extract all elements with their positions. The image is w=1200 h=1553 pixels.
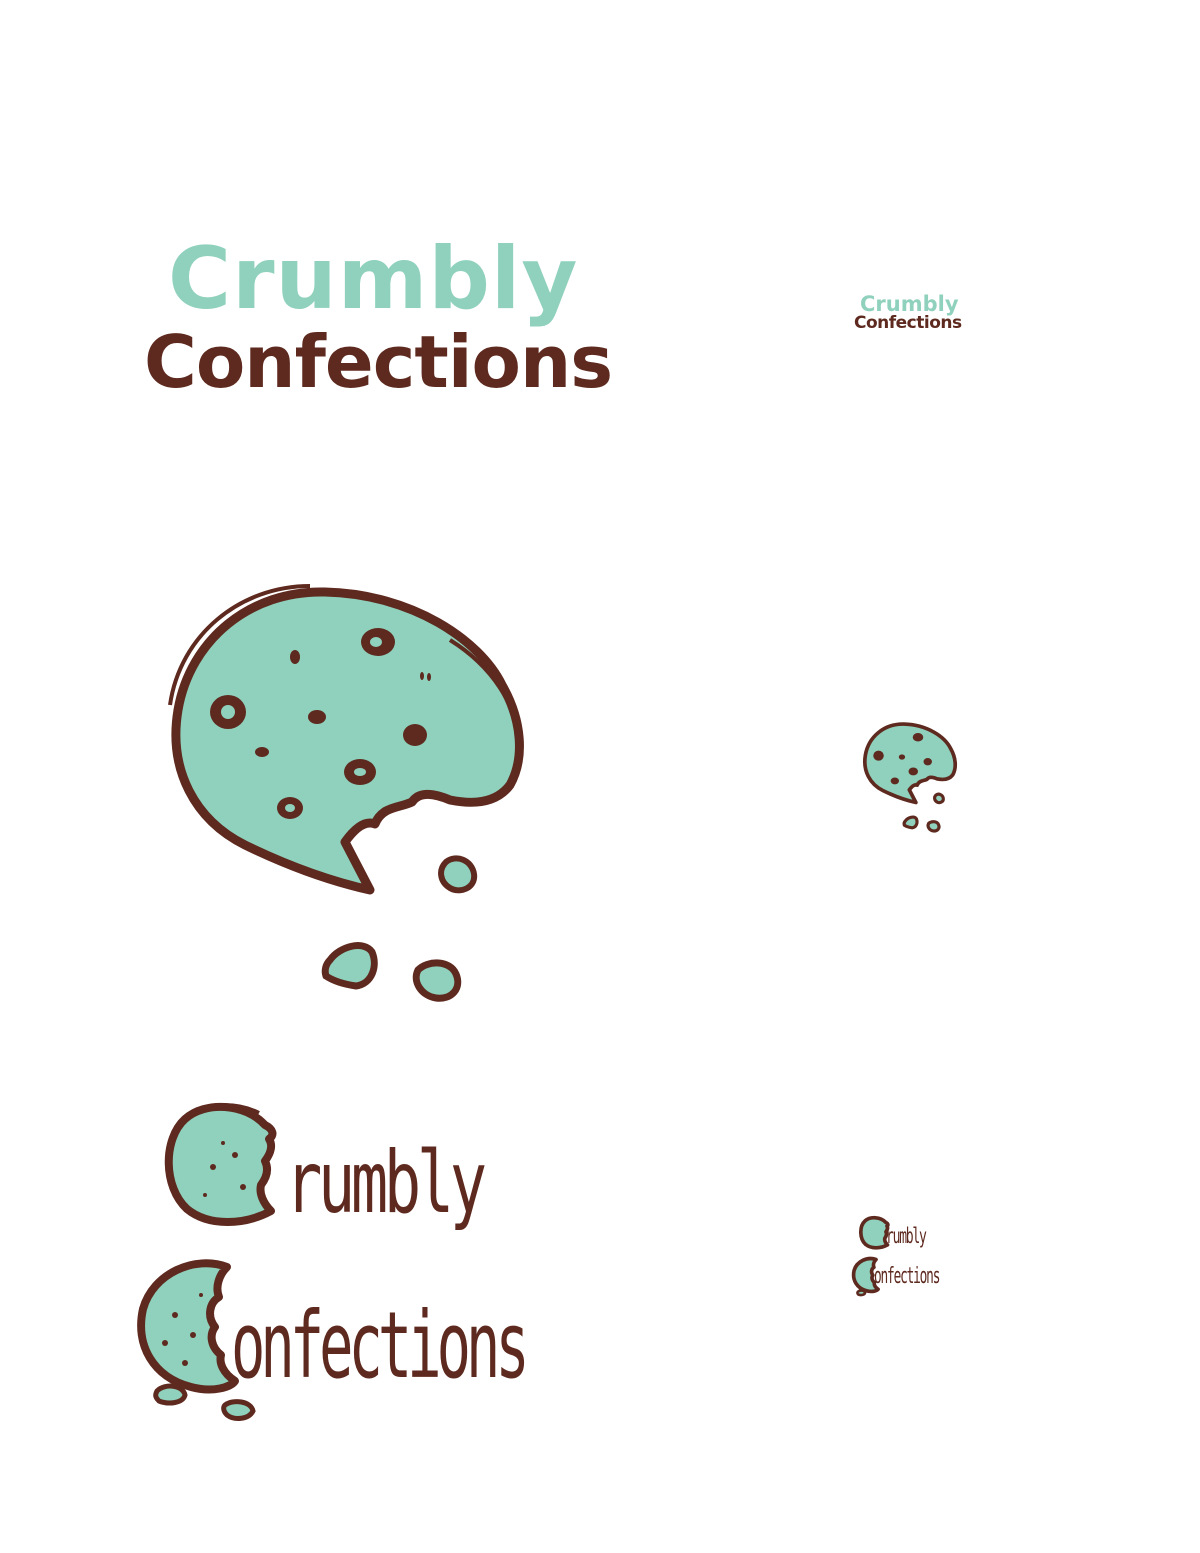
cookie-body: [171, 587, 524, 895]
brand-line2-alt: onfections: [231, 1292, 530, 1399]
bitten-cookie-graphic-small: [862, 722, 958, 833]
crumb-1: [438, 855, 478, 894]
brand-line1: Crumbly: [168, 229, 579, 329]
wordmark-cookie-small: rumbly onfections: [851, 1214, 972, 1304]
cookie-letter-c-icon: [164, 1103, 277, 1226]
brand-line2-alt-small: onfections: [874, 1264, 940, 1289]
bitten-cookie-icon-small: [858, 720, 958, 835]
wordmark-large: Crumbly Confections: [140, 229, 613, 410]
cookie-letter-c-icon: [137, 1259, 239, 1394]
crumb-2: [321, 942, 378, 990]
brand-line1-alt: rumbly: [285, 1133, 487, 1233]
brand-line2: Confections: [144, 320, 613, 404]
bitten-cookie-graphic: [168, 584, 524, 1002]
brand-line1-small: Crumbly: [860, 292, 959, 316]
brand-line2-small: Confections: [854, 313, 962, 333]
crumb-3: [412, 959, 462, 1002]
wordmark-small: Crumbly Confections: [852, 294, 972, 344]
bitten-cookie-icon: [150, 580, 530, 1010]
wordmark-cookie-large: rumbly onfections: [135, 1095, 595, 1435]
brand-line1-alt-small: rumbly: [886, 1224, 927, 1248]
crumbs-icon: [153, 1383, 188, 1406]
